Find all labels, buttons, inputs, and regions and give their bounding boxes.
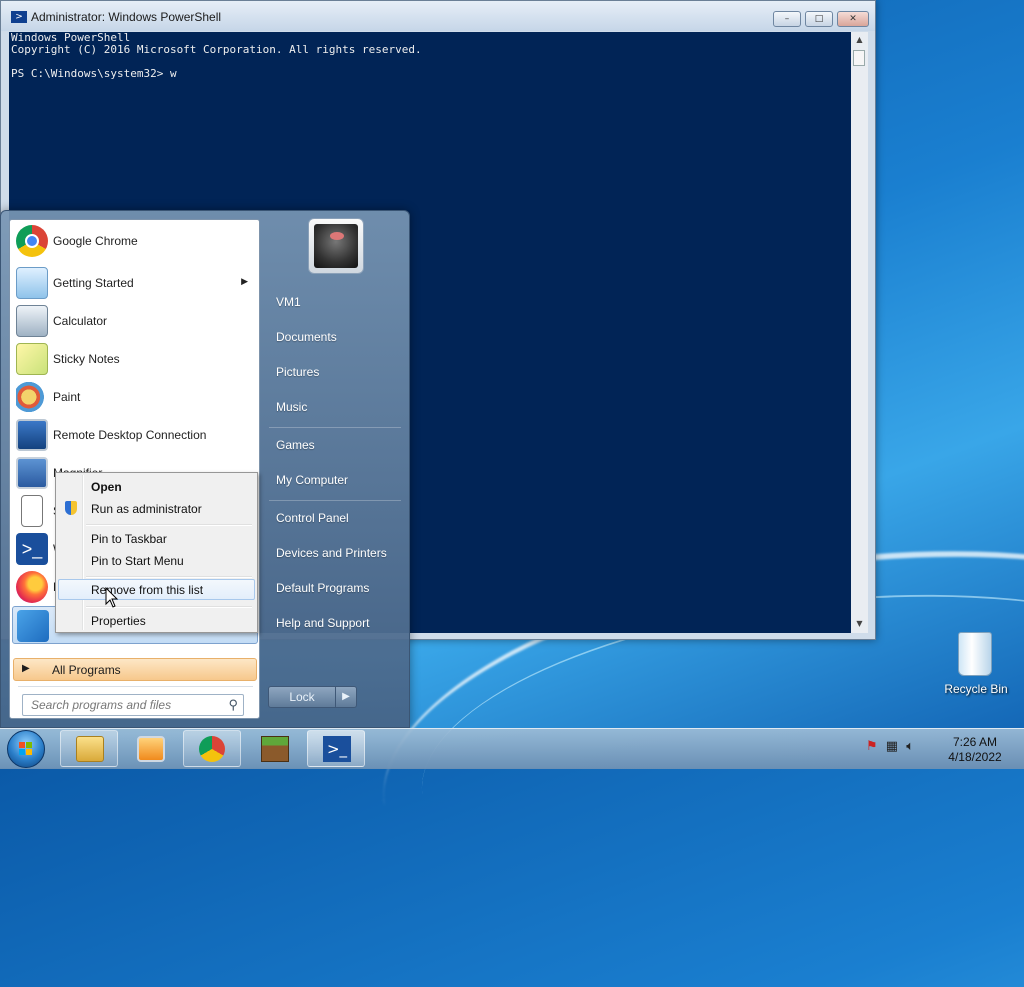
close-button[interactable]: ✕ <box>837 11 869 27</box>
start-item-documents[interactable]: Documents <box>276 330 337 344</box>
program-remote-desktop-connection[interactable]: Remote Desktop Connection <box>12 416 258 454</box>
start-item-devices-and-printers[interactable]: Devices and Printers <box>276 546 387 560</box>
program-calculator[interactable]: Calculator <box>12 302 258 340</box>
minecraft-icon <box>261 736 289 762</box>
menu-item-label: Properties <box>91 614 146 628</box>
windows-flag-icon <box>19 742 32 755</box>
divider <box>269 500 401 501</box>
program-label: Getting Started <box>53 276 134 290</box>
window-title: Administrator: Windows PowerShell <box>31 10 222 24</box>
explorer-icon <box>76 736 104 762</box>
taskbar-media-player-button[interactable] <box>121 730 179 767</box>
paint-icon <box>16 381 48 413</box>
uac-shield-icon <box>65 501 77 515</box>
start-menu: Google Chrome Getting Started ▶ Calculat… <box>0 210 410 728</box>
chrome-icon <box>16 225 48 257</box>
clock[interactable]: 7:26 AM 4/18/2022 <box>940 735 1010 765</box>
menu-item-run-as-administrator[interactable]: Run as administrator <box>58 498 255 519</box>
media-player-icon <box>137 736 165 762</box>
program-google-chrome[interactable]: Google Chrome <box>12 222 258 260</box>
menu-separator <box>86 576 252 578</box>
firefox-icon <box>16 571 48 603</box>
program-label: Remote Desktop Connection <box>53 428 207 442</box>
calculator-icon <box>16 305 48 337</box>
menu-item-label: Open <box>91 480 122 494</box>
recycle-bin-icon <box>958 632 992 676</box>
start-item-games[interactable]: Games <box>276 438 315 452</box>
menu-item-label: Run as administrator <box>91 502 202 516</box>
start-button[interactable] <box>7 730 45 768</box>
powershell-icon: > <box>11 11 27 23</box>
recycle-bin-label: Recycle Bin <box>944 682 1008 696</box>
taskbar-minecraft-button[interactable] <box>245 730 303 767</box>
console-line: Copyright (C) 2016 Microsoft Corporation… <box>11 43 422 56</box>
scroll-down-arrow-icon[interactable]: ▼ <box>851 616 868 632</box>
maximize-button[interactable]: □ <box>805 11 833 27</box>
menu-item-remove-from-this-list[interactable]: Remove from this list <box>58 579 255 600</box>
minimize-button[interactable]: – <box>773 11 801 27</box>
lock-button[interactable]: Lock <box>268 686 336 708</box>
action-center-flag-icon[interactable]: ⚑ <box>866 739 878 754</box>
taskbar: >_ ⚑ ▦ 🔈︎ 7:26 AM 4/18/2022 <box>0 728 1024 769</box>
program-paint[interactable]: Paint <box>12 378 258 416</box>
start-item-help-and-support[interactable]: Help and Support <box>276 616 369 630</box>
menu-item-pin-to-start-menu[interactable]: Pin to Start Menu <box>58 550 255 571</box>
powershell-titlebar[interactable]: > Administrator: Windows PowerShell – □ … <box>1 1 875 31</box>
remote-desktop-icon <box>16 419 48 451</box>
search-placeholder: Search programs and files <box>31 698 172 712</box>
console-prompt: PS C:\Windows\system32> w <box>11 67 177 80</box>
start-item-music[interactable]: Music <box>276 400 307 414</box>
magnifier-icon <box>16 457 48 489</box>
network-icon[interactable]: ▦ <box>886 739 898 754</box>
menu-item-pin-to-taskbar[interactable]: Pin to Taskbar <box>58 528 255 549</box>
expand-arrow-icon: ▶ <box>22 663 30 674</box>
recycle-bin[interactable]: Recycle Bin <box>940 630 1012 700</box>
all-programs-button[interactable]: ▶ All Programs <box>13 658 257 681</box>
volume-icon[interactable]: 🔈︎ <box>906 739 914 754</box>
user-picture[interactable] <box>308 218 364 274</box>
powershell-icon: >_ <box>323 736 351 762</box>
program-label: Paint <box>53 390 81 404</box>
clock-time: 7:26 AM <box>952 735 998 749</box>
powershell-icon: >_ <box>16 533 48 565</box>
start-item-default-programs[interactable]: Default Programs <box>276 581 369 595</box>
menu-item-label: Pin to Taskbar <box>91 532 167 546</box>
all-programs-label: All Programs <box>52 663 121 677</box>
clock-date: 4/18/2022 <box>948 750 1002 764</box>
system-tray: ⚑ ▦ 🔈︎ <box>866 739 914 754</box>
start-programs-pane: Google Chrome Getting Started ▶ Calculat… <box>9 219 260 719</box>
taskbar-chrome-button[interactable] <box>183 730 241 767</box>
program-sticky-notes[interactable]: Sticky Notes <box>12 340 258 378</box>
divider <box>269 427 401 428</box>
start-item-my-computer[interactable]: My Computer <box>276 473 348 487</box>
getting-started-icon <box>16 267 48 299</box>
menu-item-properties[interactable]: Properties <box>58 610 255 631</box>
scroll-thumb[interactable] <box>853 50 865 66</box>
start-item-pictures[interactable]: Pictures <box>276 365 319 379</box>
search-input[interactable]: Search programs and files ⚲ <box>22 694 244 716</box>
avatar <box>314 224 358 268</box>
start-item-vm1[interactable]: VM1 <box>276 295 301 309</box>
taskbar-explorer-button[interactable] <box>60 730 118 767</box>
divider <box>18 686 253 687</box>
search-icon: ⚲ <box>228 697 238 712</box>
menu-separator <box>86 524 252 526</box>
program-getting-started[interactable]: Getting Started ▶ <box>12 264 258 302</box>
program-label: Google Chrome <box>53 234 138 248</box>
submenu-arrow-icon: ▶ <box>241 276 248 286</box>
vertical-scrollbar[interactable]: ▲ ▼ <box>851 32 868 633</box>
menu-item-open[interactable]: Open <box>58 476 255 497</box>
chrome-icon <box>199 736 225 762</box>
shutdown-options-arrow-icon[interactable]: ▶ <box>336 686 357 708</box>
taskbar-powershell-button[interactable]: >_ <box>307 730 365 767</box>
scroll-up-arrow-icon[interactable]: ▲ <box>851 32 868 48</box>
start-item-control-panel[interactable]: Control Panel <box>276 511 349 525</box>
program-label: Sticky Notes <box>53 352 120 366</box>
solitaire-icon <box>21 495 43 527</box>
generic-app-icon <box>17 610 49 642</box>
sticky-notes-icon <box>16 343 48 375</box>
program-label: Calculator <box>53 314 108 328</box>
menu-item-label: Pin to Start Menu <box>91 554 184 568</box>
context-menu: Open Run as administrator Pin to Taskbar… <box>55 472 258 633</box>
